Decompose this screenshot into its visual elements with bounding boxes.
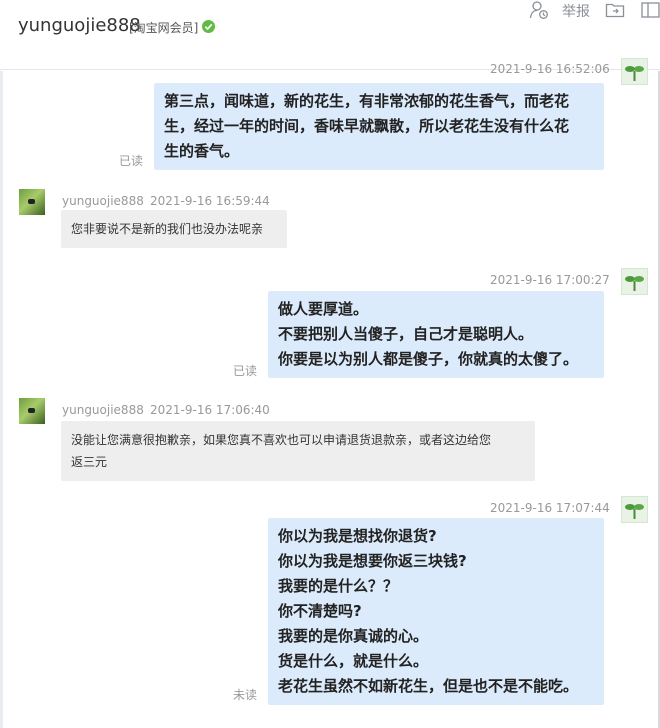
chat-header: yunguojie888 [淘宝网会员] 举报	[0, 0, 660, 70]
message-line: 生的香气。	[164, 142, 240, 160]
message-timestamp: 2021-9-16 17:07:44	[490, 501, 610, 515]
read-status: 已读	[119, 154, 144, 168]
message-line: 你不清楚吗?	[278, 602, 362, 620]
message-line: 老花生虽然不如新花生，但是也不是不能吃。	[278, 677, 579, 695]
read-status: 已读	[233, 364, 258, 378]
contact-avatar[interactable]	[19, 189, 45, 215]
message-line: 你要是以为别人都是傻子，你就真的太傻了。	[278, 350, 579, 368]
panel-icon[interactable]	[641, 0, 660, 22]
message-line: 返三元	[71, 455, 108, 469]
message-line: 生，经过一年的时间，香味早就飘散，所以老花生没有什么花	[164, 117, 570, 135]
member-badge: [淘宝网会员]	[129, 21, 199, 35]
message-timestamp: 2021-9-16 17:00:27	[490, 273, 610, 287]
message-line: 没能让您满意很抱歉亲，如果您真不喜欢也可以申请退货退款亲，或者这边给您	[71, 433, 492, 447]
contact-username[interactable]: yunguojie888	[18, 15, 141, 36]
sender-nickname: yunguojie888	[62, 194, 144, 208]
message-line: 货是什么，就是什么。	[278, 652, 429, 670]
message-bubble: 做人要厚道。 不要把别人当傻子，自己才是聪明人。 你要是以为别人都是傻子，你就真…	[268, 291, 604, 378]
message-line: 你以为我是想要你返三块钱?	[278, 552, 467, 570]
folder-icon[interactable]	[605, 0, 625, 22]
message-bubble: 你以为我是想找你退货? 你以为我是想要你返三块钱? 我要的是什么？？ 你不清楚吗…	[268, 518, 604, 705]
message-line: 不要把别人当傻子，自己才是聪明人。	[278, 325, 534, 343]
report-link[interactable]: 举报	[562, 1, 590, 23]
my-avatar[interactable]	[621, 58, 648, 85]
message-line: 您非要说不是新的我们也没办法呢亲	[71, 222, 264, 236]
message-timestamp: 2021-9-16 16:59:44	[150, 194, 270, 208]
message-bubble: 没能让您满意很抱歉亲，如果您真不喜欢也可以申请退货退款亲，或者这边给您 返三元	[61, 421, 535, 481]
message-line: 我要的是什么？？	[278, 577, 399, 595]
message-bubble: 您非要说不是新的我们也没办法呢亲	[61, 210, 287, 248]
left-border	[0, 71, 3, 728]
my-avatar[interactable]	[621, 268, 648, 295]
user-profile-icon[interactable]	[529, 0, 549, 22]
read-status: 未读	[233, 688, 258, 702]
message-line: 做人要厚道。	[278, 300, 369, 318]
message-bubble: 第三点，闻味道，新的花生，有非常浓郁的花生香气，而老花 生，经过一年的时间，香味…	[154, 83, 604, 170]
message-line: 你以为我是想找你退货?	[278, 527, 437, 545]
my-avatar[interactable]	[621, 496, 648, 523]
message-line: 第三点，闻味道，新的花生，有非常浓郁的花生香气，而老花	[164, 92, 570, 110]
message-timestamp: 2021-9-16 17:06:40	[150, 403, 270, 417]
sender-nickname: yunguojie888	[62, 403, 144, 417]
verified-check-icon	[202, 20, 215, 33]
contact-avatar[interactable]	[19, 398, 45, 424]
message-line: 我要的是你真诚的心。	[278, 627, 429, 645]
message-timestamp: 2021-9-16 16:52:06	[490, 62, 610, 76]
